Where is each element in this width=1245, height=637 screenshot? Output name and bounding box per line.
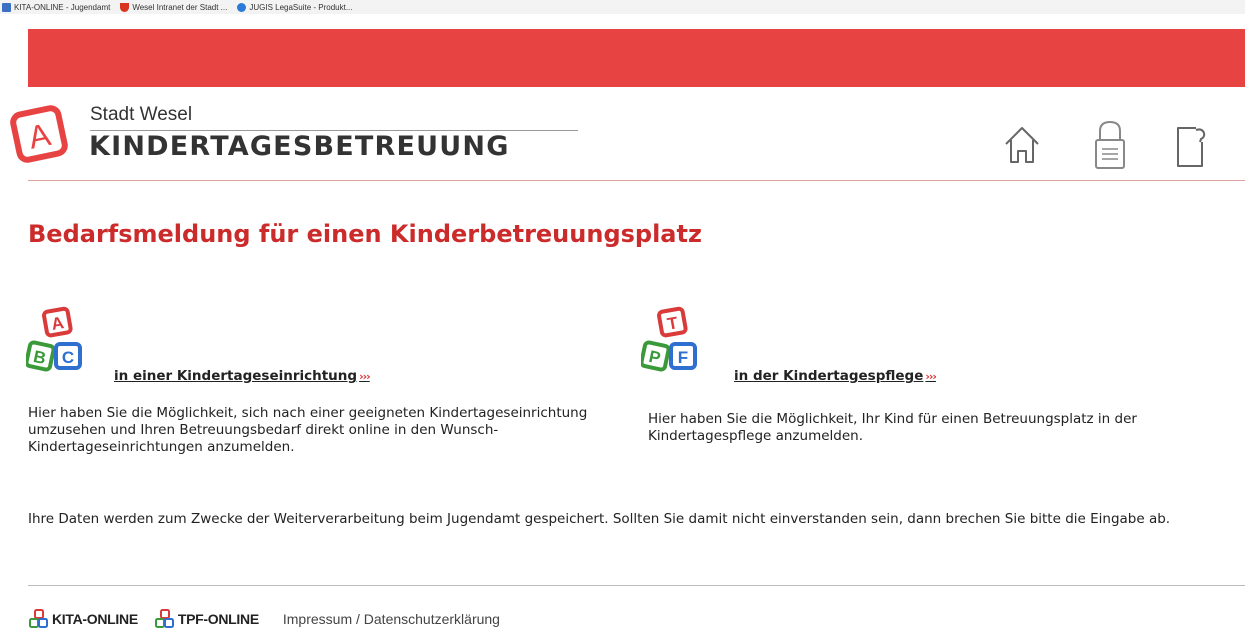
logout-button[interactable]: [1168, 118, 1212, 172]
favorite-label: KITA-ONLINE - Jugendamt: [14, 2, 111, 12]
browser-favorites-bar: KITA-ONLINE - Jugendamt Wesel Intranet d…: [0, 0, 1245, 14]
top-banner: [28, 29, 1245, 87]
lock-icon: [1095, 120, 1125, 169]
kita-description: Hier haben Sie die Möglichkeit, sich nac…: [28, 405, 588, 455]
home-button[interactable]: [1000, 118, 1044, 172]
logo[interactable]: A: [10, 105, 68, 163]
tpf-link-label: in der Kindertagespflege: [734, 368, 924, 384]
favorite-wesel-intranet[interactable]: Wesel Intranet der Stadt ...: [120, 2, 228, 12]
kita-link[interactable]: in einer Kindertageseinrichtung ›››: [114, 368, 371, 384]
favorite-label: JUGIS LegaSuite - Produkt...: [249, 2, 353, 12]
footer: KITA-ONLINE TPF-ONLINE Impressum / Daten…: [28, 609, 500, 629]
favorite-jugis[interactable]: JUGIS LegaSuite - Produkt...: [237, 2, 353, 12]
footer-divider: [28, 585, 1245, 586]
kita-blocks-icon[interactable]: A B C: [24, 302, 106, 382]
tpf-online-link[interactable]: TPF-ONLINE: [154, 609, 259, 629]
shield-icon: [120, 2, 130, 12]
tpf-online-label: TPF-ONLINE: [177, 611, 259, 627]
login-button[interactable]: [1088, 118, 1132, 172]
home-icon: [1005, 127, 1039, 163]
blocks-small-icon: [29, 609, 48, 628]
block-letter: C: [62, 348, 74, 367]
blocks-small-icon: [154, 609, 174, 628]
brand-title: KINDERTAGESBETREUUNG: [89, 131, 510, 162]
arrow-right-icon: ›››: [925, 370, 937, 383]
favorite-kita-online[interactable]: KITA-ONLINE - Jugendamt: [2, 2, 111, 12]
block-letter: F: [678, 348, 688, 367]
tpf-blocks-icon[interactable]: T P F: [639, 302, 721, 382]
favorite-label: Wesel Intranet der Stadt ...: [132, 2, 228, 12]
tpf-link[interactable]: in der Kindertagespflege ›››: [734, 368, 937, 384]
kita-link-label: in einer Kindertageseinrichtung: [114, 368, 358, 384]
tpf-description: Hier haben Sie die Möglichkeit, Ihr Kind…: [648, 411, 1137, 444]
logout-icon: [1177, 127, 1206, 167]
kita-online-label: KITA-ONLINE: [52, 611, 138, 627]
page-title: Bedarfsmeldung für einen Kinderbetreuung…: [28, 220, 702, 248]
ie-icon: [237, 2, 247, 12]
arrow-right-icon: ›››: [359, 370, 371, 383]
logo-icon: A: [10, 105, 68, 163]
privacy-note: Ihre Daten werden zum Zwecke der Weiterv…: [28, 511, 1171, 527]
brand-subtitle: Stadt Wesel: [90, 104, 193, 125]
header-divider: [28, 180, 1245, 181]
impressum-link[interactable]: Impressum / Datenschutzerklärung: [283, 611, 500, 627]
kita-online-link[interactable]: KITA-ONLINE: [28, 609, 138, 629]
page-icon: [2, 2, 11, 12]
